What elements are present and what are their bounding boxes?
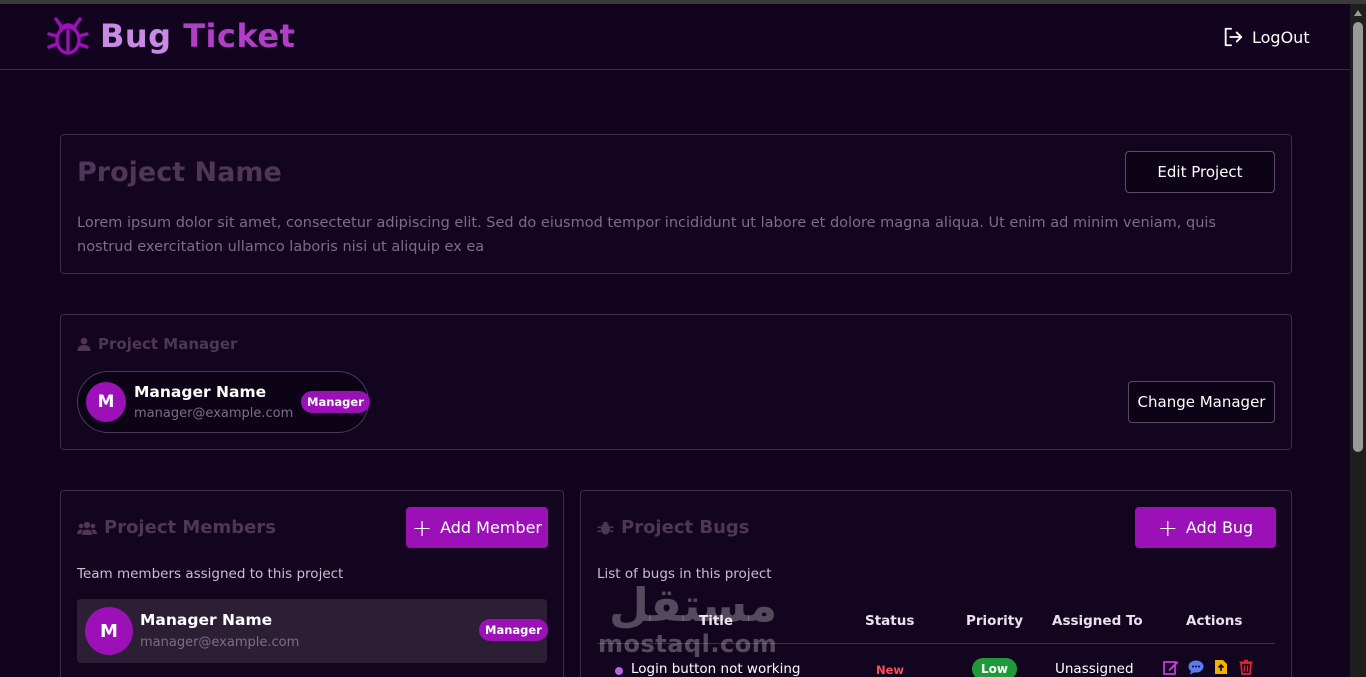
page-scrollbar[interactable] xyxy=(1350,4,1366,677)
logout-label: LogOut xyxy=(1252,27,1310,47)
project-members-heading-label: Project Members xyxy=(104,517,276,538)
manager-email: manager@example.com xyxy=(134,406,294,421)
project-members-heading: Project Members xyxy=(77,517,276,538)
row-actions xyxy=(1163,659,1254,675)
add-member-button[interactable]: + Add Member xyxy=(406,507,548,548)
add-member-label: Add Member xyxy=(440,518,542,537)
project-name-title: Project Name xyxy=(77,157,282,188)
role-badge: Manager xyxy=(301,391,370,413)
project-description: Lorem ipsum dolor sit amet, consectetur … xyxy=(77,215,1216,255)
app-title-part1: Bug xyxy=(100,17,172,55)
app-logo[interactable]: Bug Ticket xyxy=(46,14,295,58)
add-bug-button[interactable]: + Add Bug xyxy=(1135,507,1276,548)
manager-name: Manager Name xyxy=(134,383,267,401)
project-manager-card: Project Manager M Manager Name manager@e… xyxy=(60,314,1292,450)
manager-pill[interactable]: M Manager Name manager@example.com Manag… xyxy=(77,371,370,433)
bug-bullet xyxy=(615,667,623,675)
table-row[interactable]: Login button not working New Low Unassig… xyxy=(597,655,1275,677)
plus-icon: + xyxy=(1157,513,1178,542)
member-name: Manager Name xyxy=(140,611,273,629)
table-header-divider xyxy=(597,643,1275,644)
avatar: M xyxy=(86,382,126,422)
column-header-assigned: Assigned To xyxy=(1052,613,1143,629)
comment-icon[interactable] xyxy=(1188,659,1204,675)
scroll-up-arrow-icon[interactable] xyxy=(1354,10,1362,16)
member-email: manager@example.com xyxy=(140,635,300,650)
avatar: M xyxy=(85,607,133,655)
bug-icon xyxy=(47,17,89,55)
change-manager-button[interactable]: Change Manager xyxy=(1128,381,1275,423)
file-icon[interactable] xyxy=(1213,659,1229,675)
project-manager-heading: Project Manager xyxy=(77,335,237,353)
status-badge: New xyxy=(876,663,905,677)
column-header-status: Status xyxy=(865,613,915,629)
users-icon xyxy=(77,521,97,535)
user-icon xyxy=(77,337,91,351)
assigned-to-value: Unassigned xyxy=(1055,661,1134,677)
project-bugs-heading: Project Bugs xyxy=(597,517,750,538)
trash-icon[interactable] xyxy=(1238,659,1254,675)
project-info-card: Project Name Edit Project Lorem ipsum do… xyxy=(60,134,1292,274)
plus-icon: + xyxy=(412,513,433,542)
logout-icon xyxy=(1224,27,1243,47)
app-title-part2: Ticket xyxy=(183,17,296,55)
members-subtitle: Team members assigned to this project xyxy=(77,566,344,582)
logout-button[interactable]: LogOut xyxy=(1222,26,1310,48)
column-header-priority: Priority xyxy=(966,613,1023,629)
column-header-actions: Actions xyxy=(1186,613,1243,629)
project-bugs-card: Project Bugs + Add Bug List of bugs in t… xyxy=(580,490,1292,677)
scrollbar-thumb[interactable] xyxy=(1353,22,1363,452)
column-header-title: Title xyxy=(699,613,734,629)
edit-project-button[interactable]: Edit Project xyxy=(1125,151,1275,193)
bug-icon xyxy=(597,521,614,535)
project-bugs-heading-label: Project Bugs xyxy=(621,517,750,538)
app-header: Bug Ticket LogOut xyxy=(0,4,1350,70)
add-bug-label: Add Bug xyxy=(1185,518,1254,537)
app-title: Bug Ticket xyxy=(100,17,295,55)
bugs-subtitle: List of bugs in this project xyxy=(597,566,772,582)
priority-badge: Low xyxy=(972,658,1017,677)
edit-icon[interactable] xyxy=(1163,659,1179,675)
project-manager-heading-label: Project Manager xyxy=(98,335,238,353)
project-members-card: Project Members + Add Member Team member… xyxy=(60,490,564,677)
role-badge: Manager xyxy=(479,619,548,641)
list-item[interactable]: M Manager Name manager@example.com Manag… xyxy=(77,599,548,663)
bug-title[interactable]: Login button not working xyxy=(631,661,800,677)
